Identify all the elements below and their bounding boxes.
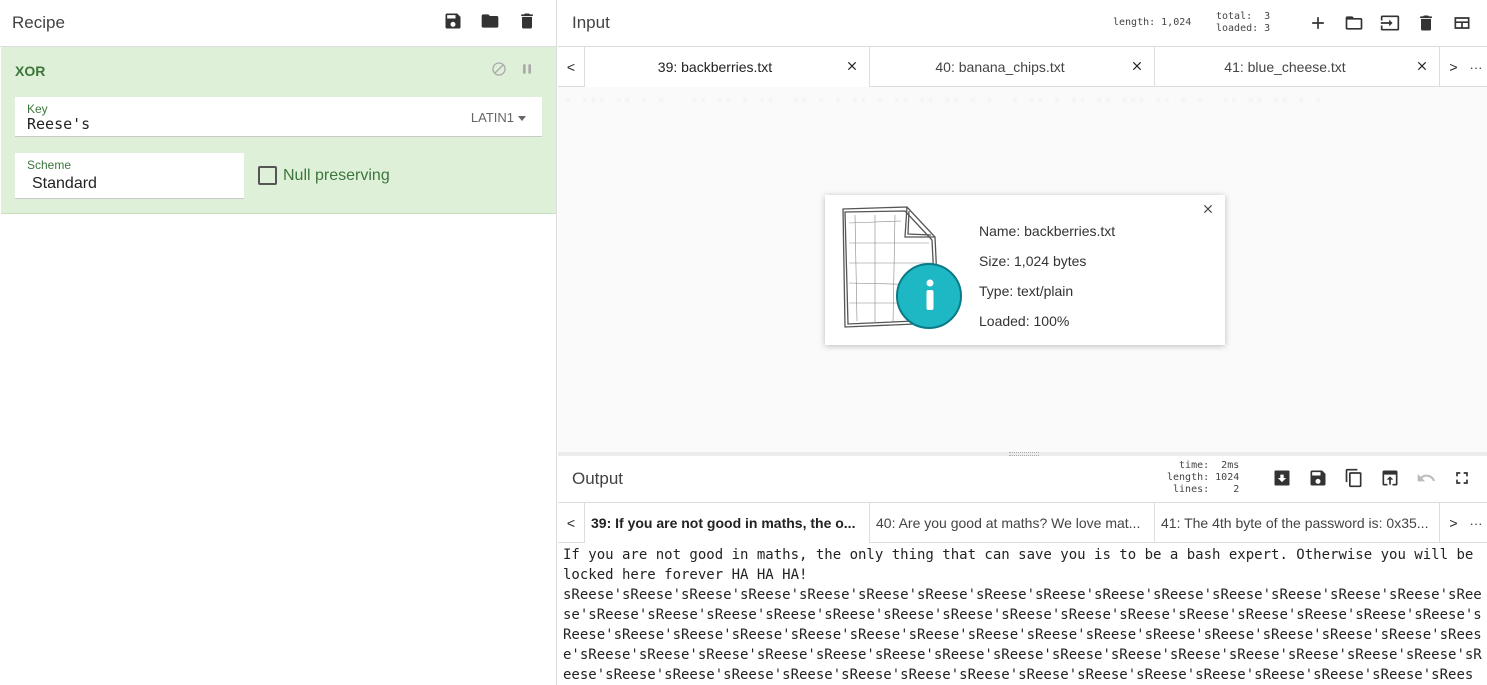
input-tab-label[interactable]: 39: backberries.txt	[591, 59, 839, 75]
output-tabs: < 39: If you are not good in maths, the …	[558, 503, 1487, 543]
open-file-input-icon[interactable]	[1379, 12, 1401, 34]
open-folder-icon[interactable]	[1343, 12, 1365, 34]
input-panel: Input length: 1,024 total: 3 loaded: 3 <…	[558, 0, 1487, 452]
save-recipe-icon[interactable]	[442, 10, 464, 32]
file-details-card: Name: backberries.txt Size: 1,024 bytes …	[825, 195, 1225, 345]
key-input[interactable]: Reese's	[27, 115, 90, 133]
output-stats: time: 2ms length: 1024 lines: 2	[1167, 460, 1240, 495]
close-tab-icon[interactable]	[1415, 59, 1429, 73]
close-tab-icon[interactable]	[845, 59, 859, 73]
copy-output-icon[interactable]	[1343, 467, 1365, 489]
input-tab-40[interactable]: 40: banana_chips.txt	[870, 47, 1155, 87]
blurred-input-text: · ··· ·· · · ·· ·· · ·· ·· · · ·· · ·· ·…	[564, 93, 1323, 109]
file-info-list: Name: backberries.txt Size: 1,024 bytes …	[979, 216, 1115, 336]
close-tab-icon[interactable]	[1130, 59, 1144, 73]
output-tab-label[interactable]: 39: If you are not good in maths, the o.…	[591, 515, 863, 531]
input-file-counts: total: 3 loaded: 3	[1216, 11, 1271, 34]
input-textarea[interactable]: · ··· ·· · · ·· ·· · ·· ·· · · ·· · ·· ·…	[558, 87, 1487, 452]
add-input-plus-icon[interactable]	[1307, 12, 1329, 34]
undo-icon[interactable]	[1415, 467, 1437, 489]
output-tab-prev[interactable]: <	[558, 503, 585, 543]
input-tab-label[interactable]: 40: banana_chips.txt	[876, 59, 1124, 75]
input-tab-more[interactable]: ···	[1465, 47, 1487, 87]
output-line-1: If you are not good in maths, the only t…	[563, 547, 1482, 583]
output-tab-label[interactable]: 41: The 4th byte of the password is: 0x3…	[1161, 515, 1433, 531]
xor-operation: XOR Key Reese's LATIN1 Scheme Standard N…	[1, 47, 556, 214]
input-tab-prev[interactable]: <	[558, 47, 585, 87]
clear-recipe-trash-icon[interactable]	[516, 10, 538, 32]
recipe-title: Recipe	[12, 13, 65, 32]
recipe-header: Recipe	[0, 0, 556, 47]
output-line-2: sReese'sReese'sReese'sReese'sReese'sRees…	[563, 587, 1482, 683]
file-size: Size: 1,024 bytes	[979, 253, 1087, 269]
output-textarea[interactable]: If you are not good in maths, the only t…	[558, 543, 1487, 685]
clear-input-trash-icon[interactable]	[1415, 12, 1437, 34]
file-loaded: Loaded: 100%	[979, 313, 1070, 329]
file-name: Name: backberries.txt	[979, 223, 1116, 239]
output-tab-next[interactable]: >	[1440, 503, 1467, 543]
output-tab-41[interactable]: 41: The 4th byte of the password is: 0x3…	[1155, 503, 1440, 543]
breakpoint-pause-icon[interactable]	[518, 60, 536, 78]
file-info-icon	[842, 206, 962, 329]
output-panel: Output time: 2ms length: 1024 lines: 2 <…	[558, 456, 1487, 685]
file-type: Type: text/plain	[979, 283, 1074, 299]
save-output-icon[interactable]	[1307, 467, 1329, 489]
reset-layout-icon[interactable]	[1451, 12, 1473, 34]
input-tabs: < 39: backberries.txt 40: banana_chips.t…	[558, 47, 1487, 87]
output-header: Output time: 2ms length: 1024 lines: 2	[558, 456, 1487, 503]
input-tab-39[interactable]: 39: backberries.txt	[585, 47, 870, 87]
input-tab-next[interactable]: >	[1440, 47, 1467, 87]
scheme-value[interactable]: Standard	[32, 175, 97, 193]
key-field[interactable]: Key Reese's LATIN1	[15, 97, 542, 137]
null-preserving-option[interactable]: Null preserving	[258, 166, 390, 185]
recipe-panel: Recipe XOR Key Reese's LATIN1 Scheme Sta…	[0, 0, 557, 685]
output-tab-40[interactable]: 40: Are you good at maths? We love mat..…	[870, 503, 1155, 543]
key-label: Key	[27, 102, 48, 116]
output-tab-more[interactable]: ···	[1465, 503, 1487, 543]
load-recipe-folder-icon[interactable]	[479, 10, 501, 32]
save-output-archive-icon[interactable]	[1271, 467, 1293, 489]
input-title: Input	[572, 13, 610, 32]
operation-name: XOR	[15, 63, 46, 79]
cyberchef-app: Recipe XOR Key Reese's LATIN1 Scheme Sta…	[0, 0, 1487, 685]
key-encoding-dropdown[interactable]: LATIN1	[471, 110, 526, 125]
maximise-output-icon[interactable]	[1451, 467, 1473, 489]
input-header: Input length: 1,024 total: 3 loaded: 3	[558, 0, 1487, 47]
scheme-select[interactable]: Scheme Standard	[15, 153, 244, 199]
disable-operation-icon[interactable]	[490, 60, 508, 78]
replace-input-with-output-icon[interactable]	[1379, 467, 1401, 489]
scheme-label: Scheme	[27, 158, 72, 172]
output-tab-39[interactable]: 39: If you are not good in maths, the o.…	[585, 503, 870, 543]
input-tab-label[interactable]: 41: blue_cheese.txt	[1161, 59, 1409, 75]
output-tab-label[interactable]: 40: Are you good at maths? We love mat..…	[876, 515, 1148, 531]
close-file-card-icon[interactable]	[1201, 202, 1215, 216]
null-preserving-checkbox[interactable]	[258, 166, 277, 185]
null-preserving-label[interactable]: Null preserving	[283, 167, 390, 185]
input-length-stat: length: 1,024	[1113, 17, 1192, 28]
input-tab-41[interactable]: 41: blue_cheese.txt	[1155, 47, 1440, 87]
output-title: Output	[572, 469, 624, 488]
